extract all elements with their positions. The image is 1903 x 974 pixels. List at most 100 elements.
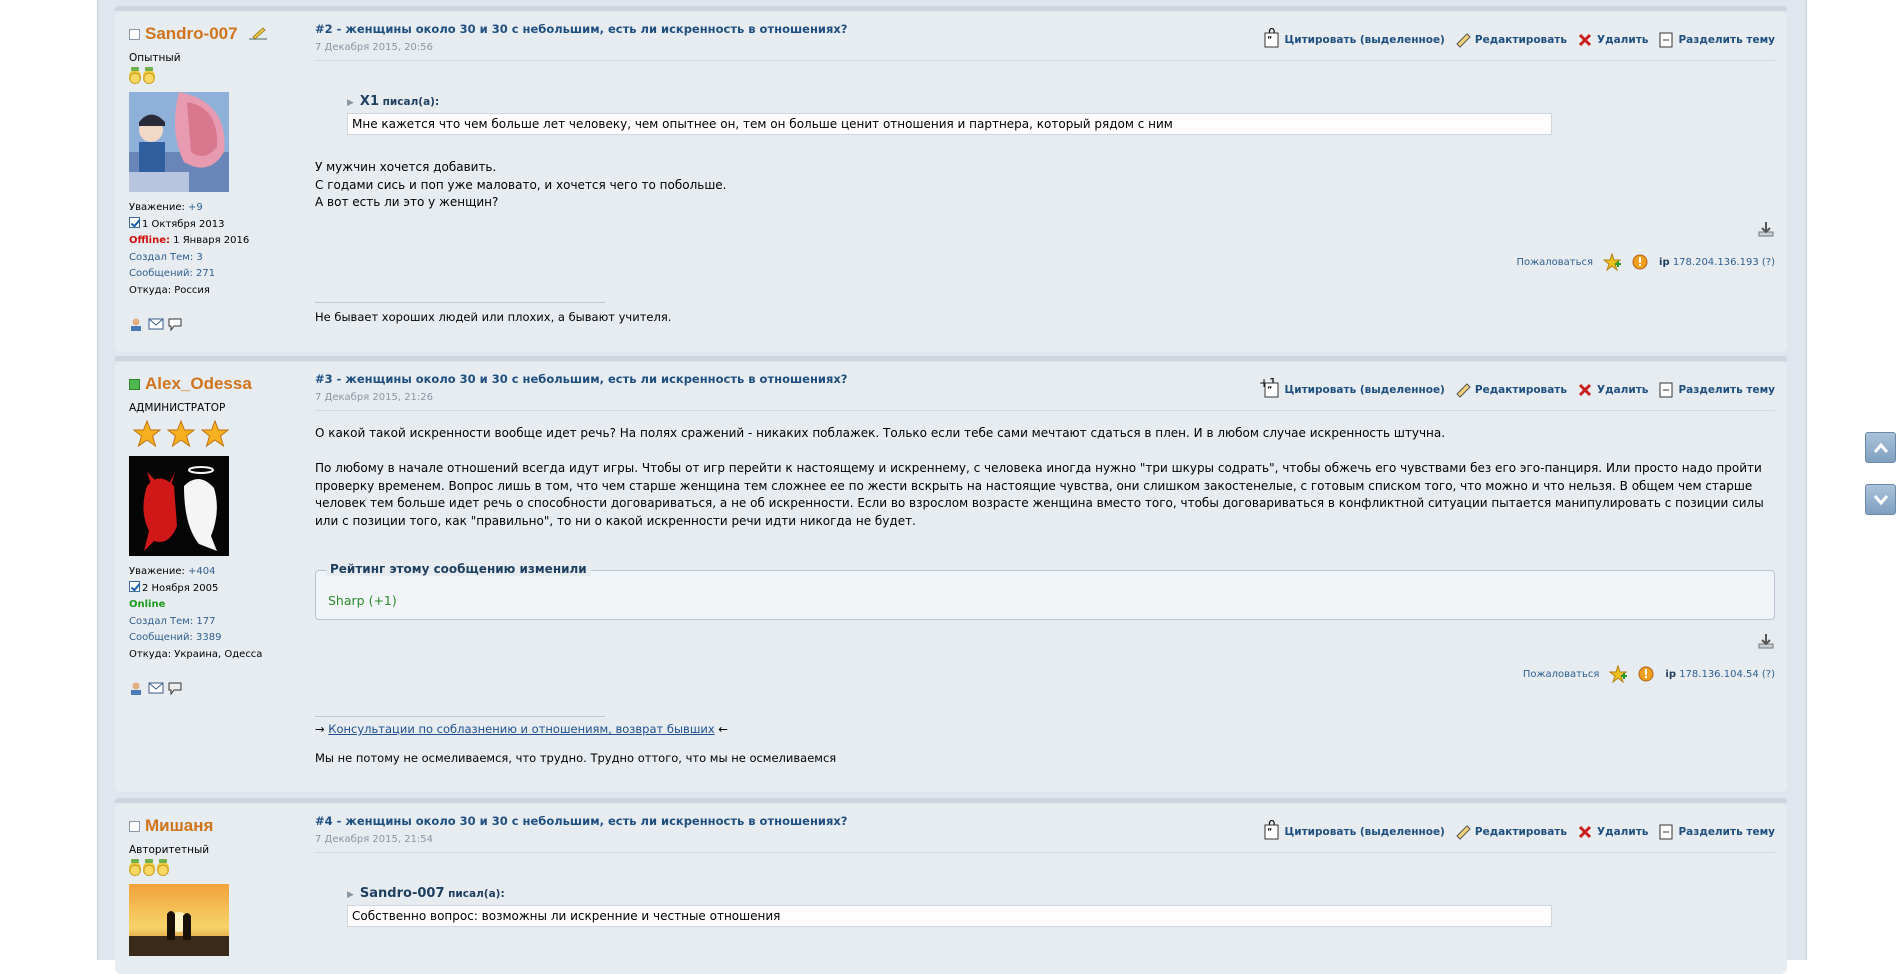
profile-icon[interactable] [129,681,145,695]
svg-text:“: “ [1267,827,1272,836]
poster-info: Alex_Odessa АДМИНИСТРАТОР Уважение: +404… [129,362,309,696]
quote-said: писал(а): [382,96,440,108]
edit-button[interactable]: Редактировать [1455,824,1567,840]
report-row: Пожаловаться ip 178.136.104.54 (?) [1523,664,1775,684]
username[interactable]: Alex_Odessa [145,374,252,394]
respect-value[interactable]: +404 [188,566,215,577]
post-date: 7 Декабря 2015, 20:56 [315,42,434,53]
edit-icon [1455,824,1471,840]
topics-count[interactable]: Создал Тем: 177 [129,614,309,631]
profile-icons [129,681,309,696]
delete-label: Удалить [1597,34,1649,46]
scroll-top-icon[interactable] [1757,220,1775,238]
mail-icon[interactable] [148,681,164,695]
report-row: Пожаловаться ip 178.204.136.193 (?) [1516,252,1775,272]
body-line: А вот есть ли это у женщин? [315,195,499,209]
post-date: 7 Декабря 2015, 21:26 [315,392,434,403]
message-icon[interactable] [167,317,183,332]
post-subject[interactable]: #3 - женщины около 30 и 30 с небольшим, … [315,372,847,386]
warning-icon[interactable] [1631,253,1649,271]
split-button[interactable]: Разделить тему [1658,382,1775,398]
split-label: Разделить тему [1678,34,1775,46]
report-link[interactable]: Пожаловаться [1516,257,1593,268]
offline-label: Offline: [129,235,170,246]
split-button[interactable]: Разделить тему [1658,32,1775,48]
avatar[interactable] [129,884,229,956]
scroll-top-icon[interactable] [1757,632,1775,650]
profile-icon[interactable] [129,317,145,331]
quote-button[interactable]: “ Цитировать (выделенное) [1264,824,1445,840]
avatar[interactable] [129,456,229,556]
respect-value[interactable]: +9 [188,202,203,213]
scroll-up-button[interactable] [1865,432,1896,463]
delete-button[interactable]: Удалить [1577,32,1648,48]
quote-author[interactable]: X1 [360,94,379,109]
mail-icon[interactable] [148,317,164,331]
quote-label: Цитировать (выделенное) [1284,384,1445,396]
post-separator [115,798,1787,803]
chevron-down-icon [1873,494,1888,505]
poster-info: Sandro-007 Опытный Уважение: +9 1 Октябр… [129,12,309,332]
pencil-icon[interactable] [248,27,267,41]
post-actions: “ Цитировать (выделенное) Редактировать У… [1264,382,1775,398]
username[interactable]: Мишаня [145,816,213,836]
signature-links: → Консультации по соблазнению и отношени… [315,722,728,736]
medal-icon [143,859,155,876]
ip-address[interactable]: 178.136.104.54 (?) [1679,669,1775,680]
post-subject[interactable]: #2 - женщины около 30 и 30 с небольшим, … [315,22,847,36]
quote-header: ▶ Sandro-007 писал(а): [347,886,505,901]
post-4: Мишаня Авторитетный #4 - женщины около 3… [115,798,1787,974]
quote-icon: “ [1264,824,1280,840]
post-separator [115,356,1787,361]
respect-label: Уважение: [129,202,189,213]
delete-button[interactable]: Удалить [1577,824,1648,840]
chevron-up-icon [1873,442,1888,453]
quote-icon: “ [1264,382,1280,398]
quote-button[interactable]: “ Цитировать (выделенное) [1264,382,1445,398]
scroll-down-button[interactable] [1865,484,1896,515]
body-line: С годами сись и поп уже маловато, и хоче… [315,177,727,192]
user-group: АДМИНИСТРАТОР [129,402,226,414]
message-icon[interactable] [167,681,183,696]
topics-count[interactable]: Создал Тем: 3 [129,250,309,267]
ip-label: ip [1659,256,1670,268]
edit-button[interactable]: Редактировать [1455,382,1567,398]
star-add-icon[interactable] [1608,664,1628,684]
messages-count[interactable]: Сообщений: 271 [129,266,309,283]
signature-link[interactable]: Консультации по соблазнению и отношениям… [328,722,714,736]
warning-icon[interactable] [1637,665,1655,683]
delete-label: Удалить [1597,826,1649,838]
signature: Мы не потому не осмеливаемся, что трудно… [315,751,837,765]
ip-address[interactable]: 178.204.136.193 (?) [1673,257,1775,268]
quote-label: Цитировать (выделенное) [1284,826,1445,838]
username[interactable]: Sandro-007 [145,24,238,44]
divider [315,852,1775,853]
edit-button[interactable]: Редактировать [1455,32,1567,48]
report-link[interactable]: Пожаловаться [1523,669,1600,680]
signature-divider [315,716,605,717]
delete-icon [1577,382,1593,398]
delete-icon [1577,32,1593,48]
post-subject[interactable]: #4 - женщины около 30 и 30 с небольшим, … [315,814,847,828]
medal-icon [143,67,155,84]
star-add-icon[interactable] [1602,252,1622,272]
checkbox-icon [129,580,140,592]
post-3: Alex_Odessa АДМИНИСТРАТОР Уважение: +404… [115,356,1787,792]
quote-author[interactable]: Sandro-007 [360,886,445,901]
checkbox-icon [129,216,140,228]
delete-button[interactable]: Удалить [1577,382,1648,398]
rating-box: Рейтинг этому сообщению изменили Sharp (… [315,562,1775,620]
post-paragraph: О какой такой искренности вообще идет ре… [315,426,1446,440]
user-location: Откуда: Россия [129,284,210,296]
split-button[interactable]: Разделить тему [1658,824,1775,840]
messages-count[interactable]: Сообщений: 3389 [129,630,309,647]
signature: Не бывает хороших людей или плохих, а бы… [315,310,672,324]
rating-entry[interactable]: Sharp (+1) [328,593,397,608]
quote-button[interactable]: “ Цитировать (выделенное) [1264,32,1445,48]
star-icon [133,420,161,448]
svg-text:“: “ [1267,385,1272,394]
registered-date: 1 Октября 2013 [142,218,225,230]
avatar[interactable] [129,92,229,192]
edit-icon [1455,382,1471,398]
signature-divider [315,302,605,303]
